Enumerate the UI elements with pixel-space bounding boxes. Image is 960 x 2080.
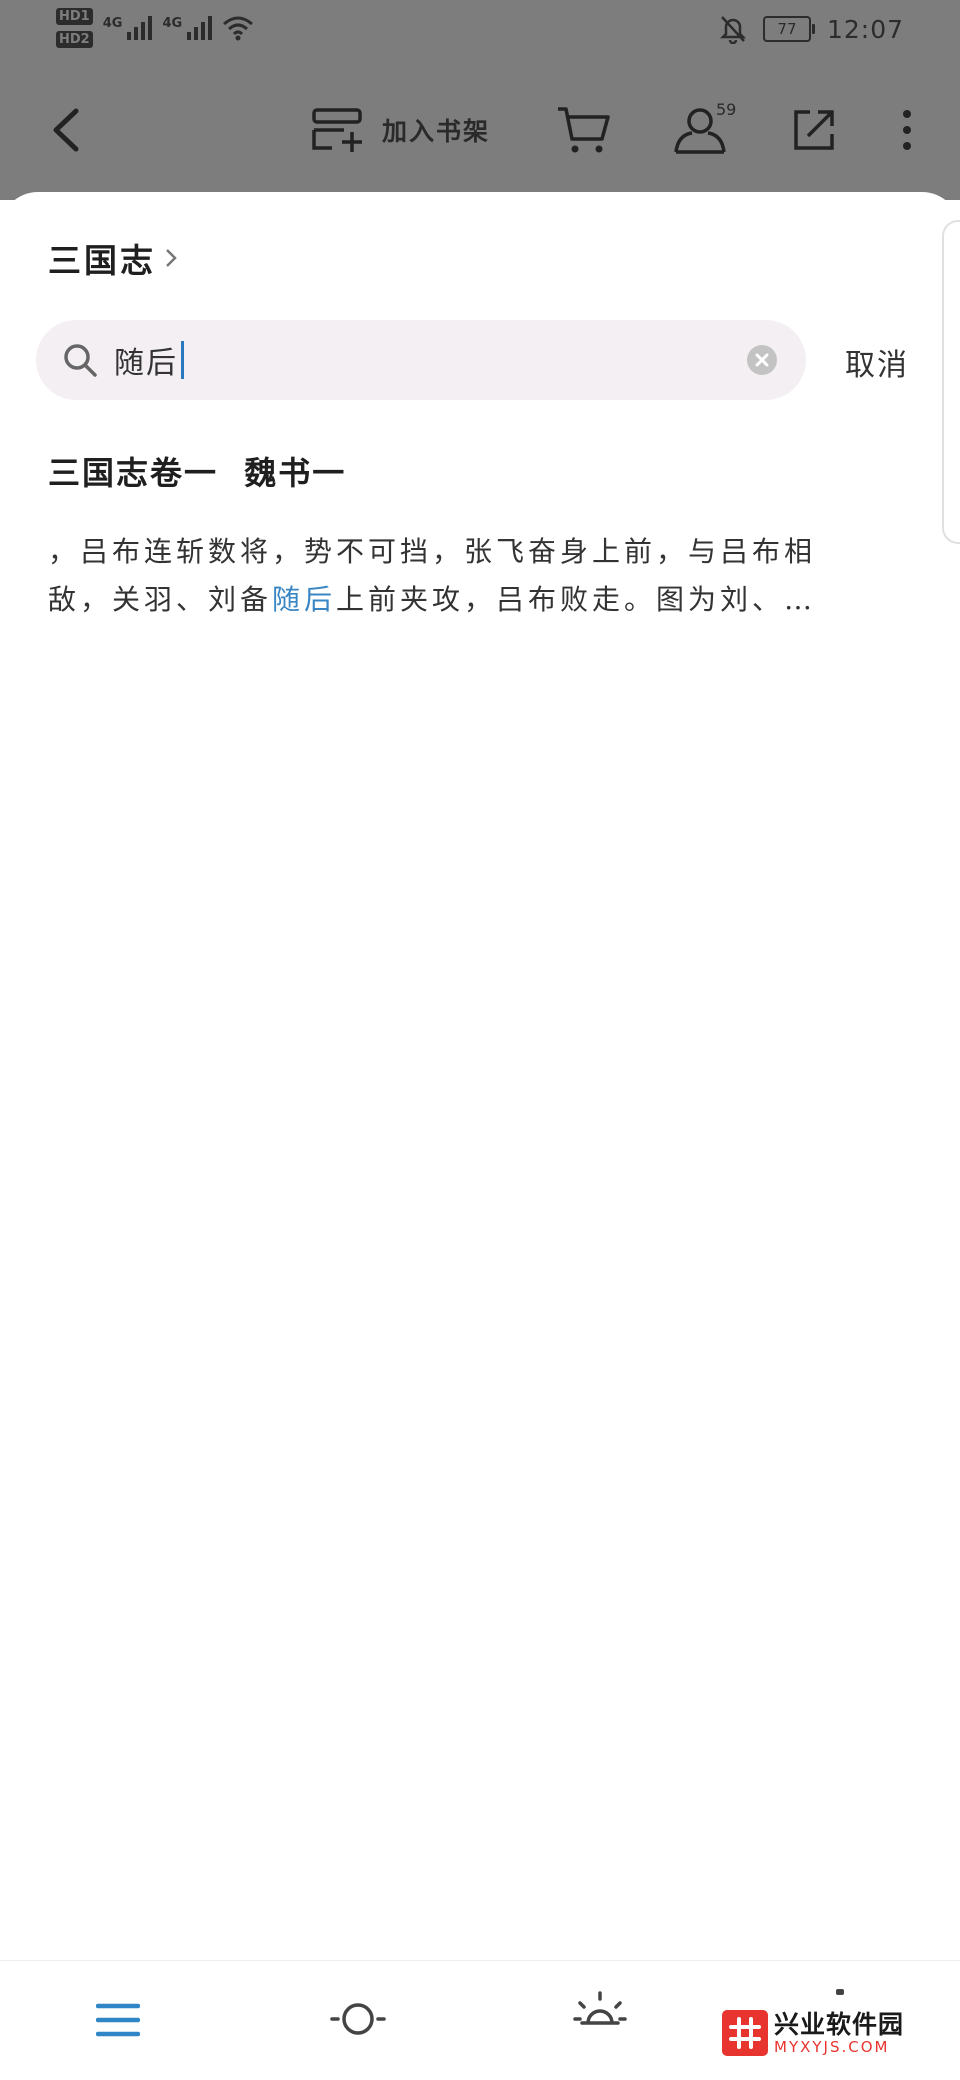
sheet-edge-handle xyxy=(942,220,960,544)
reader-page: HD1 HD2 4G 4G 77 12:07 加入书架 59 三国志 随后 取消… xyxy=(0,0,960,2080)
cart-icon xyxy=(558,107,610,153)
bell-muted-icon xyxy=(719,16,746,44)
result-snippet: ，吕布连斩数将，势不可挡，张飞奋身上前，与吕布相敌，关羽、刘备随后上前夹攻，吕布… xyxy=(48,528,878,624)
clock: 12:07 xyxy=(826,14,904,44)
status-bar: HD1 HD2 4G 4G 77 12:07 xyxy=(0,0,960,68)
text-caret xyxy=(181,341,184,379)
watermark-cn: 兴业软件园 xyxy=(774,2009,905,2039)
snippet-text-after: 上前夹攻，吕布败走。图为刘、… xyxy=(336,583,817,616)
book-title: 三国志 xyxy=(48,241,156,280)
hd2-badge: HD2 xyxy=(56,31,93,48)
watermark-en: MYXYJS.COM xyxy=(774,2037,890,2056)
clear-search-icon[interactable] xyxy=(746,344,778,376)
add-to-shelf-button[interactable]: 加入书架 xyxy=(310,90,490,170)
toc-button[interactable] xyxy=(95,2001,141,2043)
user-button[interactable]: 59 xyxy=(672,90,736,170)
hd-indicators: HD1 HD2 xyxy=(56,8,93,48)
brightness-button[interactable] xyxy=(572,1989,628,2049)
result-chapter-title: 三国志卷一 魏书一 xyxy=(48,454,347,492)
more-button[interactable] xyxy=(900,90,914,170)
chevron-right-icon xyxy=(166,249,177,267)
progress-icon xyxy=(330,2003,386,2035)
sim1-signal-icon: 4G xyxy=(103,16,153,40)
search-input[interactable]: 随后 xyxy=(114,334,734,386)
sim2-gen-label: 4G xyxy=(162,16,183,31)
watermark-logo-icon xyxy=(722,2010,768,2056)
search-result-item[interactable]: 三国志卷一 魏书一 ，吕布连斩数将，势不可挡，张飞奋身上前，与吕布相敌，关羽、刘… xyxy=(48,448,878,624)
progress-button[interactable] xyxy=(330,1997,386,2045)
wifi-icon xyxy=(223,16,254,41)
user-badge: 59 xyxy=(716,100,737,119)
cancel-button[interactable]: 取消 xyxy=(845,340,909,384)
add-to-shelf-label: 加入书架 xyxy=(382,117,491,146)
status-left: HD1 HD2 4G 4G xyxy=(56,8,254,48)
back-arrow-icon xyxy=(53,108,79,152)
cart-button[interactable] xyxy=(556,90,612,170)
menu-icon xyxy=(95,2003,141,2037)
search-input-value: 随后 xyxy=(114,346,178,381)
site-watermark: 兴业软件园 MYXYJS.COM xyxy=(722,2010,904,2056)
sim1-gen-label: 4G xyxy=(102,16,123,31)
share-icon xyxy=(794,110,834,150)
hd1-badge: HD1 xyxy=(56,8,93,25)
watermark-text: 兴业软件园 MYXYJS.COM xyxy=(774,2012,904,2055)
back-button[interactable] xyxy=(48,90,82,170)
book-title-link[interactable]: 三国志 xyxy=(48,234,178,282)
more-icon xyxy=(903,110,911,150)
sim2-signal-icon: 4G xyxy=(162,16,213,40)
share-button[interactable] xyxy=(790,90,838,170)
search-icon xyxy=(64,344,97,377)
dimmed-reader-header[interactable]: HD1 HD2 4G 4G 77 12:07 加入书架 59 xyxy=(0,0,960,200)
add-shelf-icon xyxy=(312,108,362,152)
search-sheet: 三国志 随后 取消 三国志卷一 魏书一 ，吕布连斩数将，势不可挡，张飞奋身上前，… xyxy=(0,192,960,2080)
status-right: 77 12:07 xyxy=(719,14,904,44)
search-box[interactable]: 随后 xyxy=(36,320,806,400)
snippet-match-highlight: 随后 xyxy=(272,583,337,616)
settings-button-peek[interactable] xyxy=(836,1989,844,1995)
brightness-icon xyxy=(573,1991,627,2025)
reader-top-bar: 加入书架 59 xyxy=(0,90,960,170)
battery-indicator: 77 xyxy=(762,16,815,42)
